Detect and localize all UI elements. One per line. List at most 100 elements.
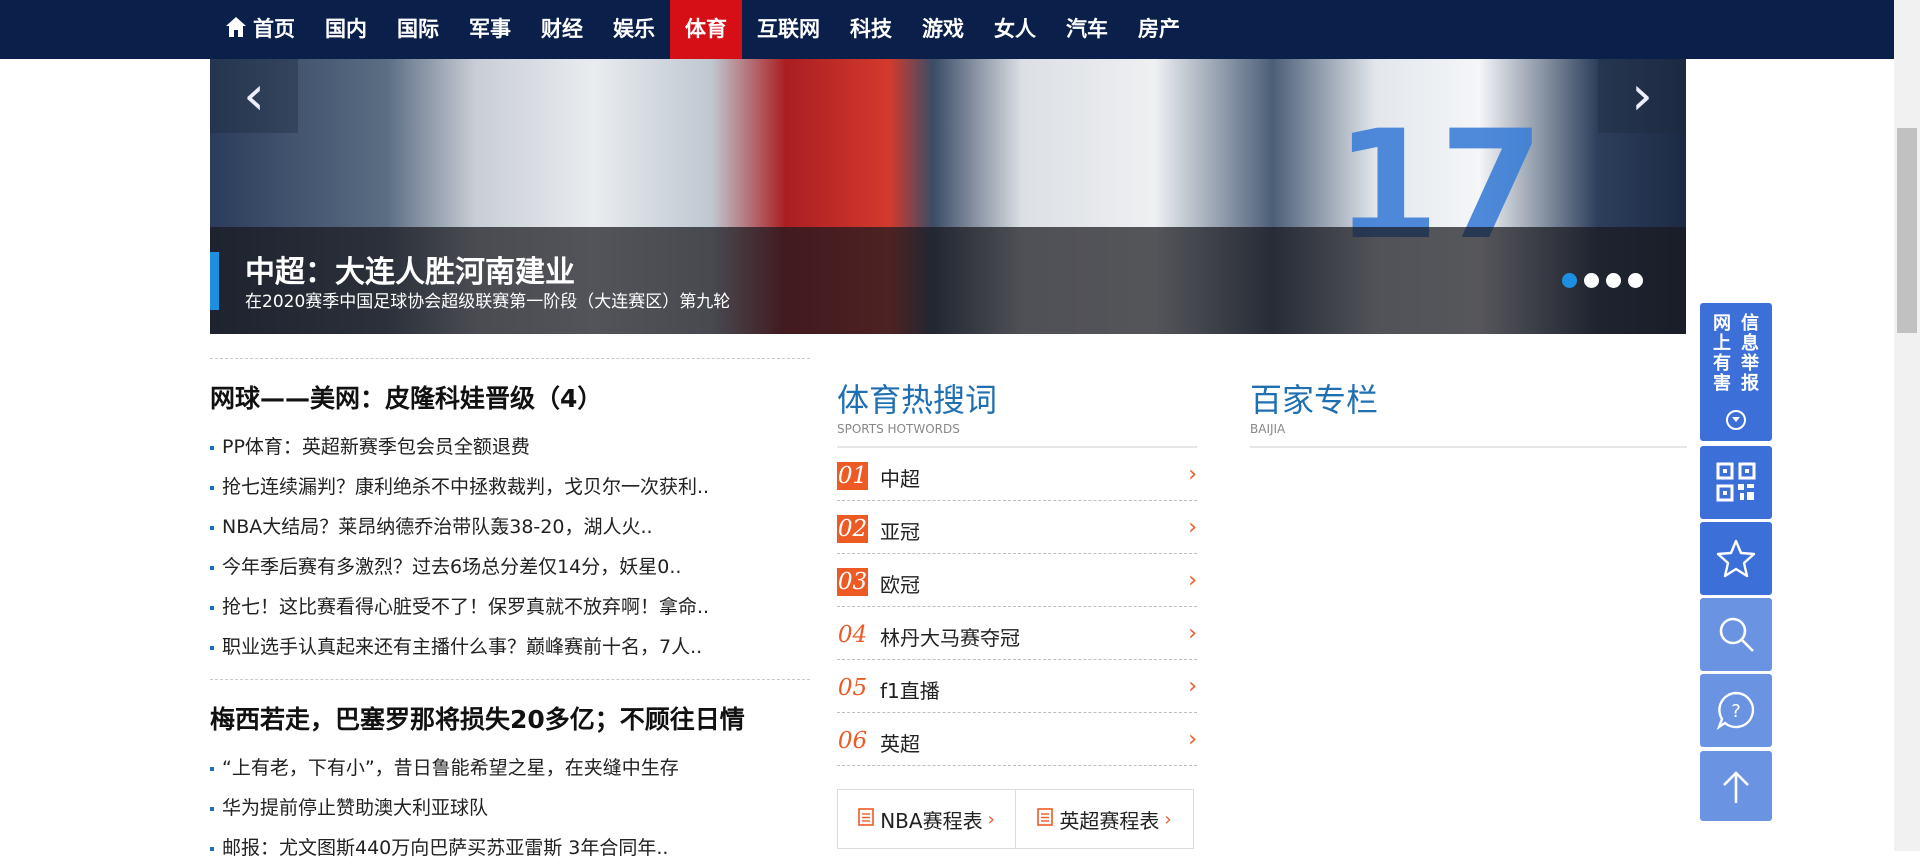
list-item[interactable]: 职业选手认真起来还有主播什么事？巅峰赛前十名，7人.. — [210, 627, 810, 667]
news-headline[interactable]: 网球——美网：皮隆科娃晋级（4） — [210, 379, 810, 415]
chevron-right-icon: › — [1188, 462, 1197, 487]
nav-auto[interactable]: 汽车 — [1051, 0, 1123, 59]
hotword-label[interactable]: 英超 — [880, 728, 920, 757]
nav-entertainment[interactable]: 娱乐 — [598, 0, 670, 59]
carousel-dot[interactable] — [1584, 273, 1599, 288]
nav-sports[interactable]: 体育 — [670, 0, 742, 59]
help-button[interactable]: ? — [1700, 674, 1772, 747]
back-to-top-button[interactable] — [1700, 751, 1772, 821]
hotword-item[interactable]: 01 中超 › — [837, 448, 1197, 501]
chevron-right-icon: › — [1188, 674, 1197, 699]
report-text: 信息举报 网上有害 — [1711, 314, 1761, 394]
hotword-rank: 06 — [837, 728, 868, 754]
hotword-label[interactable]: 欧冠 — [880, 569, 920, 598]
carousel-dot[interactable] — [1628, 273, 1643, 288]
bullet-icon — [210, 565, 214, 570]
news-list: PP体育：英超新赛季包会员全额退费 抢七连续漏判？康利绝杀不中拯救裁判，戈贝尔一… — [210, 427, 810, 667]
hotword-rank: 04 — [837, 622, 868, 648]
hero-carousel[interactable]: 17 ‹ › 中超：大连人胜河南建业 在2020赛季中国足球协会超级联赛第一阶段… — [210, 59, 1686, 334]
caption-accent-bar — [210, 252, 219, 310]
list-item[interactable]: 华为提前停止赞助澳大利亚球队 — [210, 788, 810, 828]
arrow-up-icon — [1723, 771, 1749, 803]
nav-realestate[interactable]: 房产 — [1123, 0, 1195, 59]
news-link[interactable]: 邮报：尤文图斯440万向巴萨买苏亚雷斯 3年合同年.. — [222, 837, 668, 859]
news-link[interactable]: PP体育：英超新赛季包会员全额退费 — [222, 436, 530, 458]
hotword-item[interactable]: 05 f1直播 › — [837, 660, 1197, 713]
nav-internet[interactable]: 互联网 — [742, 0, 835, 59]
carousel-next-button[interactable]: › — [1598, 59, 1686, 133]
search-button[interactable] — [1700, 598, 1772, 671]
carousel-title[interactable]: 中超：大连人胜河南建业 — [245, 247, 575, 291]
list-item[interactable]: 邮报：尤文图斯440万向巴萨买苏亚雷斯 3年合同年.. — [210, 828, 810, 868]
nav-international[interactable]: 国际 — [382, 0, 454, 59]
hotword-item[interactable]: 06 英超 › — [837, 713, 1197, 766]
nav-domestic[interactable]: 国内 — [310, 0, 382, 59]
page-scrollbar[interactable] — [1894, 0, 1920, 851]
carousel-caption[interactable]: 中超：大连人胜河南建业 在2020赛季中国足球协会超级联赛第一阶段（大连赛区）第… — [210, 227, 1686, 334]
scrollbar-thumb[interactable] — [1897, 128, 1917, 333]
hotword-label[interactable]: 亚冠 — [880, 516, 920, 545]
bullet-icon — [210, 445, 214, 450]
report-text-col1: 信息举报 — [1741, 313, 1759, 394]
nav-military[interactable]: 军事 — [454, 0, 526, 59]
carousel-dot[interactable] — [1562, 273, 1577, 288]
divider — [210, 679, 810, 680]
list-item[interactable]: 抢七！这比赛看得心脏受不了！保罗真就不放弃啊！拿命.. — [210, 587, 810, 627]
svg-text:?: ? — [1731, 701, 1741, 722]
report-harmful-info-button[interactable]: 信息举报 网上有害 — [1700, 303, 1772, 441]
nav-women[interactable]: 女人 — [979, 0, 1051, 59]
list-item[interactable]: PP体育：英超新赛季包会员全额退费 — [210, 427, 810, 467]
news-list: “上有老，下有小”，昔日鲁能希望之星，在夹缝中生存 华为提前停止赞助澳大利亚球队… — [210, 748, 810, 868]
list-item[interactable]: NBA大结局？莱昂纳德乔治带队轰38-20，湖人火.. — [210, 507, 810, 547]
bullet-icon — [210, 525, 214, 530]
schedule-links: NBA赛程表 › 英超赛程表 › — [837, 789, 1194, 849]
hotword-item[interactable]: 04 林丹大马赛夺冠 › — [837, 607, 1197, 660]
baijia-title: 百家专栏 — [1250, 381, 1379, 419]
hotword-label[interactable]: f1直播 — [880, 675, 940, 704]
nba-schedule-label: NBA赛程表 — [880, 808, 983, 833]
hotword-rank: 03 — [837, 568, 868, 596]
chevron-right-icon: › — [1164, 808, 1172, 830]
hotword-label[interactable]: 中超 — [880, 463, 920, 492]
nav-finance[interactable]: 财经 — [526, 0, 598, 59]
nav-tech[interactable]: 科技 — [835, 0, 907, 59]
hotwords-subtitle: SPORTS HOTWORDS — [837, 422, 960, 436]
news-link[interactable]: NBA大结局？莱昂纳德乔治带队轰38-20，湖人火.. — [222, 516, 653, 538]
epl-schedule-button[interactable]: 英超赛程表 › — [1015, 790, 1193, 848]
news-link[interactable]: 抢七连续漏判？康利绝杀不中拯救裁判，戈贝尔一次获利.. — [222, 476, 709, 498]
list-item[interactable]: “上有老，下有小”，昔日鲁能希望之星，在夹缝中生存 — [210, 748, 810, 788]
nav-home[interactable]: 首页 — [210, 0, 310, 59]
news-column: 网球——美网：皮隆科娃晋级（4） PP体育：英超新赛季包会员全额退费 抢七连续漏… — [210, 358, 810, 868]
home-icon — [225, 2, 247, 61]
hotword-label[interactable]: 林丹大马赛夺冠 — [880, 622, 1020, 651]
qr-code-button[interactable] — [1700, 446, 1772, 519]
chevron-right-icon: › — [1188, 621, 1197, 646]
list-item[interactable]: 今年季后赛有多激烈？过去6场总分差仅14分，妖星0.. — [210, 547, 810, 587]
hotwords-title: 体育热搜词 — [837, 381, 998, 419]
nav-games[interactable]: 游戏 — [907, 0, 979, 59]
news-link[interactable]: 华为提前停止赞助澳大利亚球队 — [222, 797, 488, 819]
list-item[interactable]: 抢七连续漏判？康利绝杀不中拯救裁判，戈贝尔一次获利.. — [210, 467, 810, 507]
hotword-item[interactable]: 03 欧冠 › — [837, 554, 1197, 607]
bullet-icon — [210, 485, 214, 490]
hotword-rank: 01 — [837, 462, 868, 490]
chevron-down-icon — [1726, 410, 1746, 430]
search-icon — [1719, 617, 1754, 652]
epl-schedule-label: 英超赛程表 — [1059, 808, 1160, 833]
nba-schedule-button[interactable]: NBA赛程表 › — [838, 790, 1015, 848]
news-link[interactable]: 抢七！这比赛看得心脏受不了！保罗真就不放弃啊！拿命.. — [222, 596, 709, 618]
chevron-right-icon: › — [1188, 568, 1197, 593]
news-link[interactable]: 职业选手认真起来还有主播什么事？巅峰赛前十名，7人.. — [222, 636, 702, 658]
news-headline[interactable]: 梅西若走，巴塞罗那将损失20多亿；不顾往日情 — [210, 700, 810, 736]
carousel-prev-button[interactable]: ‹ — [210, 59, 298, 133]
hotwords-panel: 体育热搜词 SPORTS HOTWORDS 01 中超 › 02 亚冠 › 03… — [837, 375, 1197, 766]
news-link[interactable]: 今年季后赛有多激烈？过去6场总分差仅14分，妖星0.. — [222, 556, 681, 578]
qr-code-icon — [1716, 462, 1756, 502]
news-link[interactable]: “上有老，下有小”，昔日鲁能希望之星，在夹缝中生存 — [222, 757, 679, 779]
hotword-item[interactable]: 02 亚冠 › — [837, 501, 1197, 554]
carousel-dot[interactable] — [1606, 273, 1621, 288]
divider — [210, 358, 810, 359]
favorite-button[interactable] — [1700, 522, 1772, 595]
help-icon: ? — [1716, 691, 1755, 730]
chevron-right-icon: › — [1188, 727, 1197, 752]
